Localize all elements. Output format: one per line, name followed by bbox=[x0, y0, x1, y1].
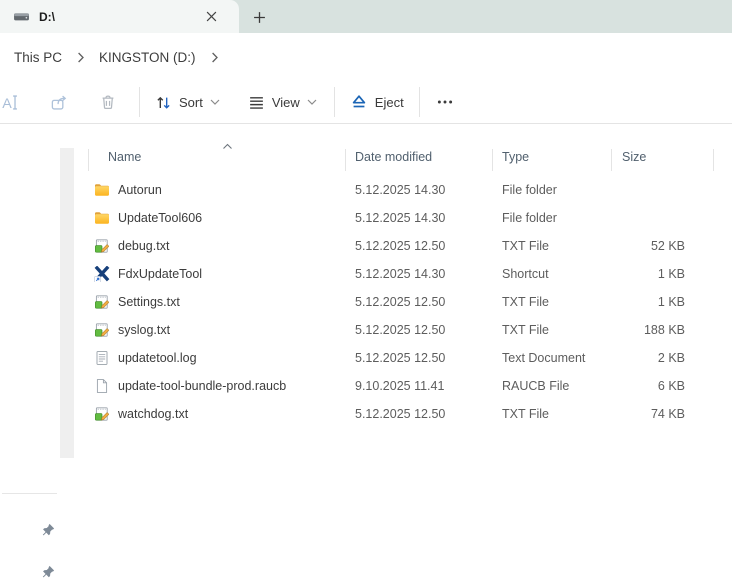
file-size: 52 KB bbox=[650, 239, 685, 253]
file-type: Shortcut bbox=[502, 267, 549, 281]
file-size: 1 KB bbox=[657, 295, 685, 309]
file-list: Autorun 5.12.2025 14.30 File folder UpdateT… bbox=[0, 176, 732, 428]
file-name: Autorun bbox=[118, 183, 162, 197]
file-size: 1 KB bbox=[657, 267, 685, 281]
share-button[interactable] bbox=[40, 86, 78, 118]
file-row[interactable]: UpdateTool606 5.12.2025 14.30 File folder bbox=[0, 204, 732, 232]
file-date-modified: 5.12.2025 12.50 bbox=[355, 239, 446, 253]
file-type: File folder bbox=[502, 211, 557, 225]
file-row[interactable]: Autorun 5.12.2025 14.30 File folder bbox=[0, 176, 732, 204]
svg-text:A: A bbox=[2, 95, 12, 111]
file-type: File folder bbox=[502, 183, 557, 197]
breadcrumb-drive[interactable]: KINGSTON (D:) bbox=[93, 45, 202, 70]
column-separator[interactable] bbox=[88, 149, 89, 171]
pin-icon bbox=[42, 565, 55, 578]
chevron-down-icon bbox=[307, 98, 317, 106]
file-row[interactable]: Settings.txt 5.12.2025 12.50 TXT File 1 KB bbox=[0, 288, 732, 316]
drive-icon bbox=[13, 8, 30, 25]
file-row[interactable]: syslog.txt 5.12.2025 12.50 TXT File 188 KB bbox=[0, 316, 732, 344]
breadcrumb: This PC KINGSTON (D:) bbox=[0, 33, 732, 82]
file-row[interactable]: watchdog.txt 5.12.2025 12.50 TXT File 74 KB bbox=[0, 400, 732, 428]
toolbar-separator bbox=[418, 87, 420, 117]
file-date-modified: 5.12.2025 12.50 bbox=[355, 351, 446, 365]
column-separator[interactable] bbox=[492, 149, 493, 171]
view-button[interactable]: View bbox=[239, 86, 326, 118]
file-row[interactable]: FdxUpdateTool 5.12.2025 14.30 Shortcut 1 KB bbox=[0, 260, 732, 288]
new-tab-button[interactable] bbox=[246, 5, 272, 29]
view-icon bbox=[248, 94, 265, 111]
column-separator[interactable] bbox=[611, 149, 612, 171]
tab-bar: D:\ bbox=[0, 0, 732, 33]
file-name: update-tool-bundle-prod.raucb bbox=[118, 379, 287, 393]
breadcrumb-chevron-icon[interactable] bbox=[210, 52, 219, 63]
file-date-modified: 5.12.2025 14.30 bbox=[355, 267, 446, 281]
column-header-date-modified[interactable]: Date modified bbox=[355, 150, 432, 164]
raucb-icon bbox=[94, 378, 110, 394]
breadcrumb-this-pc[interactable]: This PC bbox=[8, 45, 68, 70]
file-type: Text Document bbox=[502, 351, 586, 365]
file-type: TXT File bbox=[502, 407, 549, 421]
column-header-size[interactable]: Size bbox=[622, 150, 646, 164]
view-label: View bbox=[271, 94, 300, 110]
file-type: TXT File bbox=[502, 239, 549, 253]
file-date-modified: 5.12.2025 12.50 bbox=[355, 407, 446, 421]
file-size: 188 KB bbox=[643, 323, 685, 337]
file-row[interactable]: update-tool-bundle-prod.raucb 9.10.2025 1… bbox=[0, 372, 732, 400]
file-row[interactable]: updatetool.log 5.12.2025 12.50 Text Docume… bbox=[0, 344, 732, 372]
file-name: UpdateTool606 bbox=[118, 211, 203, 225]
file-type: RAUCB File bbox=[502, 379, 570, 393]
file-date-modified: 9.10.2025 11.41 bbox=[355, 379, 445, 393]
eject-icon bbox=[350, 93, 368, 111]
file-row[interactable]: debug.txt 5.12.2025 12.50 TXT File 52 KB bbox=[0, 232, 732, 260]
txt-icon bbox=[94, 294, 110, 310]
folder-icon bbox=[94, 210, 110, 226]
file-type: TXT File bbox=[502, 295, 549, 309]
rename-button[interactable]: A bbox=[0, 86, 29, 118]
column-header-name[interactable]: Name bbox=[108, 150, 141, 164]
file-list-header: Name Date modified Type Size bbox=[75, 143, 732, 174]
folder-icon bbox=[94, 182, 110, 198]
file-name: syslog.txt bbox=[118, 323, 171, 337]
file-name: updatetool.log bbox=[118, 351, 197, 365]
file-name: watchdog.txt bbox=[118, 407, 189, 421]
command-toolbar: A Sort View Eject bbox=[0, 81, 732, 124]
toolbar-separator bbox=[333, 87, 335, 117]
file-date-modified: 5.12.2025 14.30 bbox=[355, 183, 446, 197]
file-date-modified: 5.12.2025 12.50 bbox=[355, 295, 446, 309]
file-size: 2 KB bbox=[657, 351, 685, 365]
eject-button[interactable]: Eject bbox=[341, 86, 413, 118]
shortcut-icon bbox=[94, 266, 110, 282]
column-separator[interactable] bbox=[713, 149, 714, 171]
sort-button[interactable]: Sort bbox=[146, 86, 229, 118]
file-size: 6 KB bbox=[657, 379, 685, 393]
log-icon bbox=[94, 350, 110, 366]
sort-icon bbox=[155, 94, 172, 111]
tab-close-icon[interactable] bbox=[199, 5, 223, 29]
toolbar-separator bbox=[139, 87, 140, 117]
eject-label: Eject bbox=[374, 94, 404, 110]
more-options-button[interactable] bbox=[426, 86, 464, 118]
sort-ascending-icon bbox=[222, 143, 233, 150]
delete-button[interactable] bbox=[89, 86, 127, 118]
file-type: TXT File bbox=[502, 323, 549, 337]
chevron-down-icon bbox=[210, 98, 220, 106]
breadcrumb-chevron-icon[interactable] bbox=[76, 52, 85, 63]
tab-active[interactable]: D:\ bbox=[0, 0, 239, 33]
column-header-type[interactable]: Type bbox=[502, 150, 529, 164]
tab-title: D:\ bbox=[39, 9, 55, 24]
file-date-modified: 5.12.2025 12.50 bbox=[355, 323, 446, 337]
column-separator[interactable] bbox=[345, 149, 346, 171]
navigation-divider bbox=[2, 493, 57, 494]
sort-label: Sort bbox=[179, 94, 203, 110]
txt-icon bbox=[94, 322, 110, 338]
txt-icon bbox=[94, 406, 110, 422]
pin-icon bbox=[42, 523, 55, 536]
txt-icon bbox=[94, 238, 110, 254]
file-date-modified: 5.12.2025 14.30 bbox=[355, 211, 446, 225]
file-name: Settings.txt bbox=[118, 295, 180, 309]
file-size: 74 KB bbox=[650, 407, 685, 421]
file-name: FdxUpdateTool bbox=[118, 267, 203, 281]
file-name: debug.txt bbox=[118, 239, 170, 253]
